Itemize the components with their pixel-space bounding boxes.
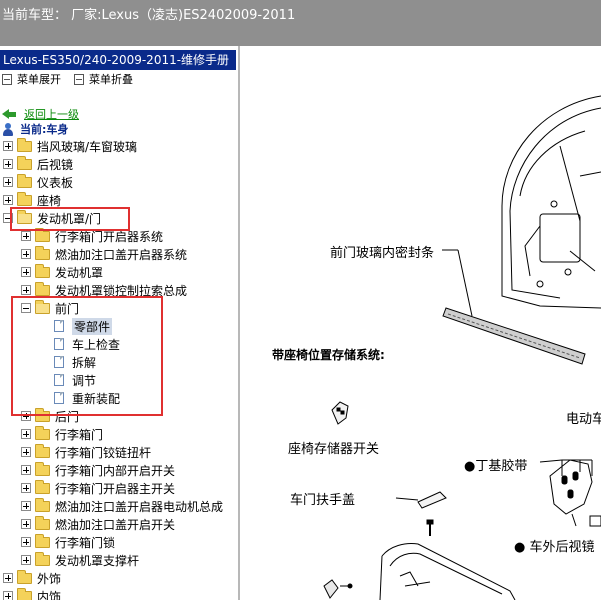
expand-toggle-icon[interactable] — [21, 483, 31, 493]
tree-item[interactable]: 行李箱门 — [21, 425, 103, 443]
folder-icon — [35, 263, 50, 278]
expand-toggle-icon[interactable] — [21, 537, 31, 547]
tree-item-label: 内饰 — [37, 589, 62, 600]
tree-item[interactable]: 发动机罩支撑杆 — [21, 551, 139, 569]
inner-seal-strip — [442, 307, 586, 365]
folder-icon — [35, 515, 50, 530]
collapse-menu-label: 菜单折叠 — [89, 73, 133, 86]
tree-item[interactable]: 行李箱门锁 — [21, 533, 115, 551]
collapse-menu-button[interactable]: 菜单折叠 — [74, 71, 133, 87]
tree-item-label: 行李箱门锁 — [55, 535, 116, 550]
expand-toggle-icon[interactable] — [3, 195, 13, 205]
tree-item-label: 行李箱门铰链扭杆 — [55, 445, 152, 460]
expand-toggle-icon[interactable] — [21, 555, 31, 565]
window-title-bar: 当前车型： 厂家:Lexus（凌志)ES2402009-2011 — [0, 0, 601, 46]
tree-item-label: 燃油加注口盖开启开关 — [55, 517, 176, 532]
expand-toggle-icon[interactable] — [21, 285, 31, 295]
expand-toggle-icon[interactable] — [21, 267, 31, 277]
tree-item[interactable]: 内饰 — [3, 587, 61, 600]
expand-menu-label: 菜单展开 — [17, 73, 61, 86]
door-parts-illustration — [323, 95, 601, 600]
tree-item[interactable]: 行李箱门铰链扭杆 — [21, 443, 151, 461]
folder-icon — [35, 533, 50, 548]
tree-item-label: 行李箱门开启器主开关 — [55, 481, 176, 496]
tree-item[interactable]: 行李箱门内部开启开关 — [21, 461, 175, 479]
tree-item[interactable]: 燃油加注口盖开启开关 — [21, 515, 175, 533]
folder-icon — [17, 137, 32, 152]
tree-item-label: 仪表板 — [37, 175, 74, 190]
folder-icon — [35, 551, 50, 566]
parts-diagram: 前门玻璃内密封条 带座椅位置存储系统: 电动车 座椅存储器开关 ●丁基胶带 车门… — [240, 46, 601, 600]
tree-item[interactable]: 后视镜 — [3, 155, 73, 173]
folder-icon — [35, 245, 50, 260]
folder-icon — [17, 173, 32, 188]
tree-item[interactable]: 外饰 — [3, 569, 61, 587]
tree-item-label: 行李箱门内部开启开关 — [55, 463, 176, 478]
tree-item-label: 燃油加注口盖开启器电动机总成 — [55, 499, 224, 514]
back-link-label: 返回上一级 — [24, 108, 79, 121]
expand-toggle-icon[interactable] — [21, 249, 31, 259]
window-title: 当前车型： 厂家:Lexus（凌志)ES2402009-2011 — [2, 8, 296, 23]
folder-icon — [35, 497, 50, 512]
expand-toggle-icon[interactable] — [21, 465, 31, 475]
armrest-cover — [417, 491, 447, 509]
expand-toggle-icon[interactable] — [21, 231, 31, 241]
highlight-box-front-door — [11, 296, 163, 416]
folder-icon — [35, 425, 50, 440]
expand-toggle-icon[interactable] — [21, 501, 31, 511]
tree-item-label: 挡风玻璃/车窗玻璃 — [37, 139, 138, 154]
expand-toggle-icon[interactable] — [3, 177, 13, 187]
folder-icon — [35, 227, 50, 242]
expand-toggle-icon[interactable] — [3, 573, 13, 583]
expand-toggle-icon[interactable] — [21, 447, 31, 457]
expand-menu-button[interactable]: 菜单展开 — [2, 71, 61, 87]
tree-item-label: 发动机罩支撑杆 — [55, 553, 140, 568]
tree-item[interactable]: 燃油加注口盖开启器电动机总成 — [21, 497, 223, 515]
folder-icon — [35, 461, 50, 476]
expand-toggle-icon[interactable] — [21, 429, 31, 439]
tree-item-label: 外饰 — [37, 571, 62, 586]
tree-item-label: 燃油加注口盖开启器系统 — [55, 247, 188, 262]
armrest-cover-label: 车门扶手盖 — [290, 493, 356, 508]
folder-icon — [17, 155, 32, 170]
current-node-label: 当前:车身 — [20, 123, 69, 136]
memory-system-label: 带座椅位置存储系统: — [272, 348, 385, 362]
tree-item[interactable]: 挡风玻璃/车窗玻璃 — [3, 137, 137, 155]
tree-item-label: 后视镜 — [37, 157, 74, 172]
seat-switch-label: 座椅存储器开关 — [288, 442, 380, 457]
manual-header: Lexus-ES350/240-2009-2011-维修手册 — [0, 50, 236, 70]
seat-memory-switch — [331, 401, 349, 425]
back-arrow-icon — [2, 108, 16, 120]
user-icon — [2, 122, 14, 136]
expand-toggle-icon[interactable] — [3, 591, 13, 600]
folder-icon — [17, 191, 32, 206]
expand-toggle-icon[interactable] — [21, 519, 31, 529]
collapse-icon — [74, 73, 84, 85]
expand-icon — [2, 73, 12, 85]
folder-icon — [35, 443, 50, 458]
expand-toggle-icon[interactable] — [3, 141, 13, 151]
expand-toggle-icon[interactable] — [3, 159, 13, 169]
seal-label: 前门玻璃内密封条 — [330, 246, 435, 261]
butyl-tape-label: ●丁基胶带 — [464, 459, 528, 474]
tree-panel: Lexus-ES350/240-2009-2011-维修手册 菜单展开 菜单折叠… — [0, 46, 238, 600]
mirror-bracket — [549, 459, 593, 527]
tree-item[interactable]: 发动机罩 — [21, 263, 103, 281]
mirror-label: ● 车外后视镜 — [514, 540, 595, 555]
tree-item[interactable]: 行李箱门开启器主开关 — [21, 479, 175, 497]
folder-icon — [35, 479, 50, 494]
highlight-box-hood-door — [10, 207, 130, 231]
electric-label: 电动车 — [566, 412, 601, 427]
tree-item[interactable]: 燃油加注口盖开启器系统 — [21, 245, 187, 263]
tree-item[interactable]: 仪表板 — [3, 173, 73, 191]
back-link[interactable]: 返回上一级 — [2, 106, 79, 122]
tree-item-label: 座椅 — [37, 193, 62, 208]
current-node: 当前:车身 — [2, 121, 68, 137]
tree-item-label: 行李箱门 — [55, 427, 104, 442]
tree-item-label: 发动机罩 — [55, 265, 104, 280]
folder-icon — [17, 569, 32, 584]
folder-icon — [17, 587, 32, 600]
folder-icon — [35, 281, 50, 296]
